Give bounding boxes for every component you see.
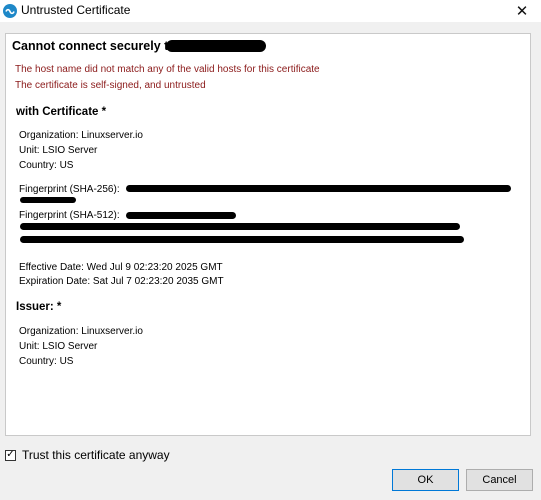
redacted-sha512-line3 xyxy=(20,236,464,243)
certificate-details-panel: Cannot connect securely to The host name… xyxy=(5,33,531,436)
redacted-sha256-line1 xyxy=(126,185,511,192)
cert-unit: Unit: LSIO Server xyxy=(19,145,98,156)
fingerprint-sha512-label: Fingerprint (SHA-512): xyxy=(19,210,120,221)
cancel-button[interactable]: Cancel xyxy=(466,469,533,491)
redacted-hostname xyxy=(166,40,266,52)
issuer-organization: Organization: Linuxserver.io xyxy=(19,326,143,337)
close-icon: ✕ xyxy=(515,3,529,20)
issuer-country: Country: US xyxy=(19,356,74,367)
issuer-unit: Unit: LSIO Server xyxy=(19,341,98,352)
error-hostname-mismatch: The host name did not match any of the v… xyxy=(15,64,320,75)
title-bar: Untrusted Certificate ✕ xyxy=(0,0,541,22)
window-title: Untrusted Certificate xyxy=(21,3,131,17)
trust-checkbox[interactable]: ✓ xyxy=(5,449,16,461)
connection-heading: Cannot connect securely to xyxy=(12,39,176,53)
app-logo-icon xyxy=(3,4,17,18)
redacted-sha512-line1 xyxy=(126,212,236,219)
error-self-signed: The certificate is self-signed, and untr… xyxy=(15,80,206,91)
cert-organization: Organization: Linuxserver.io xyxy=(19,130,143,141)
checkmark-icon: ✓ xyxy=(6,449,15,460)
trust-checkbox-row[interactable]: ✓ Trust this certificate anyway xyxy=(5,447,170,463)
issuer-section-title: Issuer: * xyxy=(16,301,62,313)
cert-country: Country: US xyxy=(19,160,74,171)
redacted-sha256-line2 xyxy=(20,197,76,203)
certificate-section-title: with Certificate * xyxy=(16,106,107,118)
trust-checkbox-label[interactable]: Trust this certificate anyway xyxy=(22,448,170,462)
fingerprint-sha256-label: Fingerprint (SHA-256): xyxy=(19,184,120,195)
redacted-sha512-line2 xyxy=(20,223,460,230)
ok-button[interactable]: OK xyxy=(392,469,459,491)
expiration-date: Expiration Date: Sat Jul 7 02:23:20 2035… xyxy=(19,276,224,287)
effective-date: Effective Date: Wed Jul 9 02:23:20 2025 … xyxy=(19,262,223,273)
close-button[interactable]: ✕ xyxy=(503,0,541,22)
